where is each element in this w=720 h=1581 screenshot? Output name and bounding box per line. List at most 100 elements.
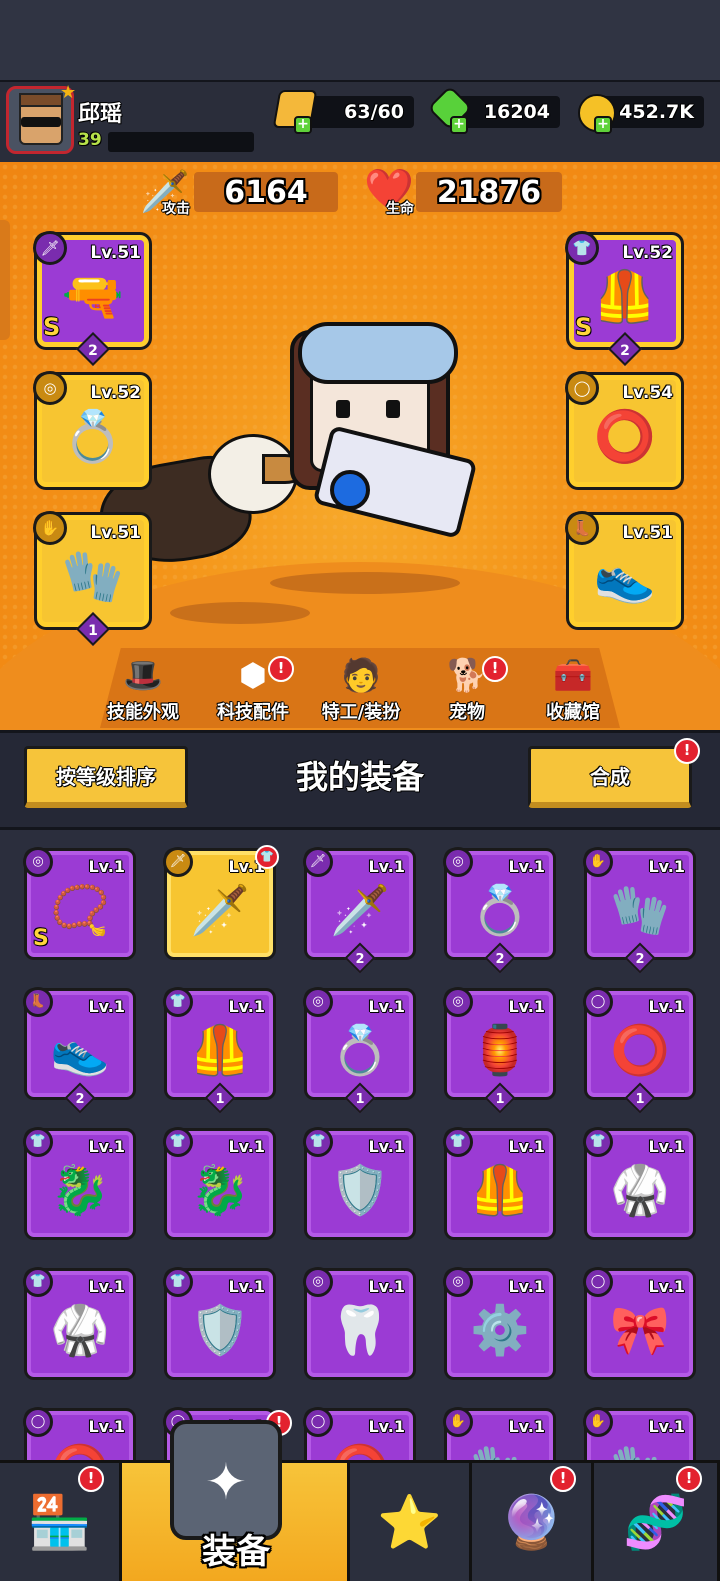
inventory-item[interactable]: 🗡 Lv.1 🗡️ 2 <box>303 847 416 974</box>
hat-ball-icon: 🎩 <box>123 656 163 694</box>
inventory-item[interactable]: ✋ Lv.1 🧤 <box>583 1407 696 1460</box>
equipped-slot-boots[interactable]: 👢 Lv.51 👟 <box>565 511 684 630</box>
ring-icon: 💍 <box>61 407 125 466</box>
boot-icon: 👟 <box>593 547 657 606</box>
item-level: Lv.1 <box>368 997 405 1016</box>
inventory-item[interactable]: ◯ Lv.1 🎀 <box>583 1267 696 1380</box>
sort-by-level-button[interactable]: 按等级排序 <box>24 746 188 808</box>
category-icon: ✋ <box>583 1407 613 1437</box>
item-level: Lv.1 <box>368 1417 405 1436</box>
inventory-item[interactable]: 👢 Lv.1 👟 2 <box>23 987 136 1114</box>
inventory-item[interactable]: 👕 Lv.1 🥋 <box>23 1267 136 1380</box>
rank-badge: S <box>575 313 593 341</box>
item-level: Lv.1 <box>648 1137 685 1156</box>
inventory-item[interactable]: 👕 Lv.1 🐉 <box>163 1127 276 1240</box>
inventory-item[interactable]: 👕 Lv.1 🐉 <box>23 1127 136 1240</box>
slot-level: Lv.52 <box>90 383 141 403</box>
category-icon: ◎ <box>303 1267 333 1297</box>
star-count: 2 <box>635 952 645 967</box>
item-level: Lv.1 <box>228 997 265 1016</box>
tab-agent[interactable]: 🧑 特工/装扮 <box>306 656 416 730</box>
pet-shadow <box>170 602 310 624</box>
glove-icon: 🧤 <box>470 1442 530 1460</box>
gem-add-button[interactable]: + <box>450 116 468 134</box>
coin-value: 452.7K <box>619 101 694 123</box>
energy-add-button[interactable]: + <box>294 116 312 134</box>
equipped-slot-belt[interactable]: ◯ Lv.54 ⭕ <box>565 371 684 490</box>
inventory-item[interactable]: ◎ Lv.1 📿 S <box>23 847 136 960</box>
category-icon: ◯ <box>303 1407 333 1437</box>
inventory-item[interactable]: 👕 Lv.1 🥋 <box>583 1127 696 1240</box>
item-level: Lv.1 <box>368 1137 405 1156</box>
inventory-item[interactable]: ◎ Lv.1 💍 1 <box>303 987 416 1114</box>
necklace-icon: 📿 <box>50 882 110 939</box>
kunai-icon: 🗡️ <box>330 882 390 939</box>
inventory-item[interactable]: ◯ Lv.1 ⭕ 1 <box>583 987 696 1114</box>
tab-hat-ball[interactable]: 🎩 技能外观 <box>88 656 198 730</box>
armor-icon: 🛡️ <box>330 1162 390 1219</box>
energy-value: 63/60 <box>344 101 404 123</box>
star-count: 2 <box>75 1092 85 1107</box>
inventory-item[interactable]: 👕 Lv.1 🛡️ <box>303 1127 416 1240</box>
inventory-item[interactable]: 👕 Lv.1 🦺 1 <box>163 987 276 1114</box>
item-level: Lv.1 <box>88 1137 125 1156</box>
inventory-item[interactable]: ◎ Lv.1 🦷 <box>303 1267 416 1380</box>
inventory-item[interactable]: ◯ Lv.1 ⭕ <box>303 1407 416 1460</box>
merge-button[interactable]: 合成 <box>528 746 692 808</box>
boot-icon: 👟 <box>50 1022 110 1079</box>
category-icon: ◯ <box>23 1407 53 1437</box>
equipment-icon[interactable]: ✦ <box>170 1420 282 1540</box>
player-level: 39 <box>78 130 102 150</box>
inventory-item[interactable]: ◯ Lv.1 ⭕ <box>23 1407 136 1460</box>
inventory-item[interactable]: ✋ Lv.1 🧤 2 <box>583 847 696 974</box>
item-level: Lv.1 <box>88 997 125 1016</box>
ring-icon: 💍 <box>470 882 530 939</box>
attack-label: 攻击 <box>162 201 190 217</box>
inventory-item[interactable]: 👕 Lv.1 🦺 <box>443 1127 556 1240</box>
star-count: 1 <box>355 1092 365 1107</box>
inventory-item[interactable]: ◎ Lv.1 💍 2 <box>443 847 556 974</box>
side-drawer-handle[interactable] <box>0 220 10 340</box>
crossed-swords-star-icon: ⭐ <box>377 1492 442 1553</box>
ring-icon: 💍 <box>330 1022 390 1079</box>
category-icon: 🗡 <box>163 847 193 877</box>
equipped-slot-armor[interactable]: 👕 Lv.52 🦺 S 2 <box>565 231 684 366</box>
attack-stat: 6164 <box>194 172 338 212</box>
inventory-item[interactable]: 👕 Lv.1 🛡️ <box>163 1267 276 1380</box>
slot-level: Lv.51 <box>90 523 141 543</box>
sort-label: 按等级排序 <box>56 765 156 789</box>
slot-level: Lv.51 <box>90 243 141 263</box>
agent-icon: 🧑 <box>341 656 381 694</box>
coin-add-button[interactable]: + <box>594 116 612 134</box>
tab-chest[interactable]: 🧰 收藏馆 <box>518 656 628 730</box>
hero-goggles <box>298 322 458 384</box>
nav-battle[interactable]: ⭐ <box>350 1463 472 1581</box>
category-icon: ◎ <box>443 1267 473 1297</box>
category-icon: ◯ <box>583 987 613 1017</box>
item-level: Lv.1 <box>368 1277 405 1296</box>
slot-level: Lv.54 <box>622 383 673 403</box>
inventory-item[interactable]: ◎ Lv.1 ⚙️ <box>443 1267 556 1380</box>
category-icon: 👕 <box>163 1127 193 1157</box>
item-level: Lv.1 <box>508 1137 545 1156</box>
glove-icon: 🧤 <box>610 1442 670 1460</box>
item-level: Lv.1 <box>88 1417 125 1436</box>
category-icon: 👢 <box>565 511 599 545</box>
armor-icon: 🛡️ <box>190 1302 250 1359</box>
equipped-slot-gloves[interactable]: ✋ Lv.51 🧤 1 <box>33 511 152 646</box>
equipped-slot-ring[interactable]: ◎ Lv.52 💍 <box>33 371 152 490</box>
energy-counter[interactable]: 63/60 <box>300 96 414 128</box>
inventory-item[interactable]: ◎ Lv.1 🏮 1 <box>443 987 556 1114</box>
blaster-muzzle <box>330 470 370 510</box>
category-icon: 👕 <box>23 1267 53 1297</box>
belt-icon: 🎀 <box>610 1302 670 1359</box>
inventory-item[interactable]: ✋ Lv.1 🧤 <box>443 1407 556 1460</box>
category-icon: 🗡 <box>303 847 333 877</box>
vest-icon: 🥋 <box>610 1162 670 1219</box>
item-level: Lv.1 <box>508 1277 545 1296</box>
kunai-icon: 🗡️ <box>190 882 250 939</box>
equipped-slot-weapon[interactable]: 🗡 Lv.51 🔫 S 2 <box>33 231 152 366</box>
inventory-item[interactable]: 🗡 Lv.1 🗡️ 👕 <box>163 845 279 960</box>
hp-stat: 21876 <box>416 172 562 212</box>
gem-counter[interactable]: 16204 <box>456 96 560 128</box>
